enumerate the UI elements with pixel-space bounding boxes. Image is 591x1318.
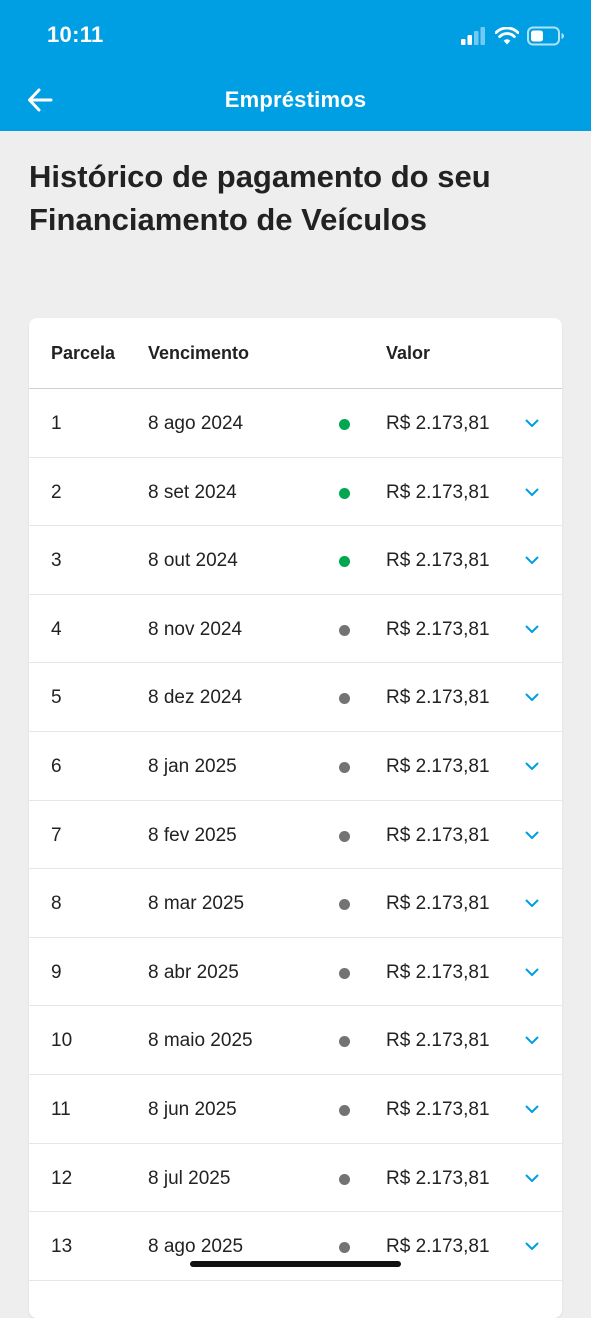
installment-amount: R$ 2.173,81 (386, 1236, 490, 1258)
status-icons (461, 24, 565, 48)
installment-number: 13 (51, 1236, 73, 1258)
installment-number: 3 (51, 550, 62, 572)
due-date: 8 fev 2025 (148, 824, 237, 846)
status-dot-icon (339, 761, 350, 773)
due-date: 8 out 2024 (148, 550, 238, 572)
table-row[interactable]: 12 8 jul 2025 R$ 2.173,81 (29, 1144, 562, 1213)
installment-number: 9 (51, 961, 62, 983)
installment-number: 11 (51, 1098, 71, 1120)
status-dot-icon (339, 1104, 350, 1116)
table-row[interactable]: 9 8 abr 2025 R$ 2.173,81 (29, 938, 562, 1007)
installment-number: 10 (51, 1030, 73, 1052)
chevron-down-icon[interactable] (524, 621, 540, 637)
payment-history-table: Parcela Vencimento Valor 1 8 ago 2024 R$ 2… (29, 318, 562, 1318)
due-date: 8 mar 2025 (148, 893, 245, 915)
chevron-down-icon[interactable] (524, 689, 540, 705)
installment-number: 2 (51, 481, 62, 503)
table-row[interactable]: 2 8 set 2024 R$ 2.173,81 (29, 458, 562, 527)
status-dot-icon (339, 693, 350, 705)
status-dot-icon (339, 624, 350, 636)
column-header-due-date: Vencimento (148, 343, 250, 363)
installment-amount: R$ 2.173,81 (386, 824, 490, 846)
chevron-down-icon[interactable] (524, 1170, 540, 1186)
installment-amount: R$ 2.173,81 (386, 481, 490, 503)
table-header: Parcela Vencimento Valor (29, 318, 562, 389)
home-indicator (190, 1261, 401, 1267)
installment-number: 12 (51, 1167, 73, 1189)
battery-icon (527, 26, 564, 46)
due-date: 8 jan 2025 (148, 755, 237, 777)
chevron-down-icon[interactable] (524, 552, 540, 568)
table-row[interactable]: 11 8 jun 2025 R$ 2.173,81 (29, 1075, 562, 1144)
installment-amount: R$ 2.173,81 (386, 687, 490, 709)
status-time: 10:11 (47, 22, 104, 47)
installment-amount: R$ 2.173,81 (386, 893, 490, 915)
wifi-icon (495, 27, 519, 45)
table-row[interactable]: 3 8 out 2024 R$ 2.173,81 (29, 526, 562, 595)
cellular-signal-icon (461, 27, 485, 45)
table-row[interactable]: 10 8 maio 2025 R$ 2.173,81 (29, 1006, 562, 1075)
chevron-down-icon[interactable] (524, 484, 540, 500)
due-date: 8 maio 2025 (148, 1030, 253, 1052)
due-date: 8 ago 2025 (148, 1236, 244, 1258)
installment-number: 1 (51, 413, 62, 434)
installment-amount: R$ 2.173,81 (386, 1098, 490, 1120)
due-date: 8 nov 2024 (148, 618, 243, 640)
installment-amount: R$ 2.173,81 (386, 755, 490, 777)
installment-number: 8 (51, 893, 62, 915)
installment-number: 5 (51, 687, 62, 709)
screen-title: Empréstimos (224, 87, 367, 112)
chevron-down-icon[interactable] (524, 1238, 540, 1254)
installment-number: 7 (51, 824, 62, 846)
column-header-installment: Parcela (51, 343, 116, 363)
table-row[interactable]: 6 8 jan 2025 R$ 2.173,81 (29, 732, 562, 801)
table-row[interactable]: 4 8 nov 2024 R$ 2.173,81 (29, 595, 562, 664)
due-date: 8 ago 2024 (148, 413, 244, 434)
table-row[interactable]: 13 8 ago 2025 R$ 2.173,81 (29, 1212, 562, 1281)
chevron-down-icon[interactable] (524, 1101, 540, 1117)
chevron-down-icon[interactable] (524, 1032, 540, 1048)
status-dot-icon (339, 556, 350, 568)
status-dot-icon (339, 1036, 350, 1048)
table-row[interactable]: 1 8 ago 2024 R$ 2.173,81 (29, 389, 562, 458)
status-dot-icon (339, 967, 350, 979)
table-body: 1 8 ago 2024 R$ 2.173,81 2 8 set 2024 R$ 2.17… (29, 389, 562, 1281)
status-dot-icon (339, 419, 350, 430)
status-dot-icon (339, 830, 350, 842)
column-header-amount: Valor (386, 343, 431, 363)
page-title: Histórico de pagamento do seu Financiame… (29, 159, 491, 237)
installment-amount: R$ 2.173,81 (386, 618, 490, 640)
chevron-down-icon[interactable] (524, 895, 540, 911)
installment-amount: R$ 2.173,81 (386, 961, 490, 983)
table-row[interactable]: 7 8 fev 2025 R$ 2.173,81 (29, 801, 562, 870)
chevron-down-icon[interactable] (524, 415, 540, 431)
status-dot-icon (339, 487, 350, 499)
installment-amount: R$ 2.173,81 (386, 1167, 490, 1189)
installment-amount: R$ 2.173,81 (386, 1030, 490, 1052)
due-date: 8 jul 2025 (148, 1167, 231, 1189)
table-row[interactable]: 5 8 dez 2024 R$ 2.173,81 (29, 663, 562, 732)
due-date: 8 set 2024 (148, 481, 237, 503)
due-date: 8 abr 2025 (148, 961, 239, 983)
installment-amount: R$ 2.173,81 (386, 413, 490, 434)
chevron-down-icon[interactable] (524, 758, 540, 774)
chevron-down-icon[interactable] (524, 827, 540, 843)
installment-number: 4 (51, 618, 62, 640)
status-dot-icon (339, 899, 350, 911)
installment-amount: R$ 2.173,81 (386, 550, 490, 572)
status-dot-icon (339, 1242, 350, 1254)
table-row[interactable]: 8 8 mar 2025 R$ 2.173,81 (29, 869, 562, 938)
top-app-bar: 10:11 Empréstimos (0, 0, 591, 131)
chevron-down-icon[interactable] (524, 964, 540, 980)
status-dot-icon (339, 1173, 350, 1185)
due-date: 8 jun 2025 (148, 1098, 237, 1120)
installment-number: 6 (51, 755, 62, 777)
due-date: 8 dez 2024 (148, 687, 243, 709)
